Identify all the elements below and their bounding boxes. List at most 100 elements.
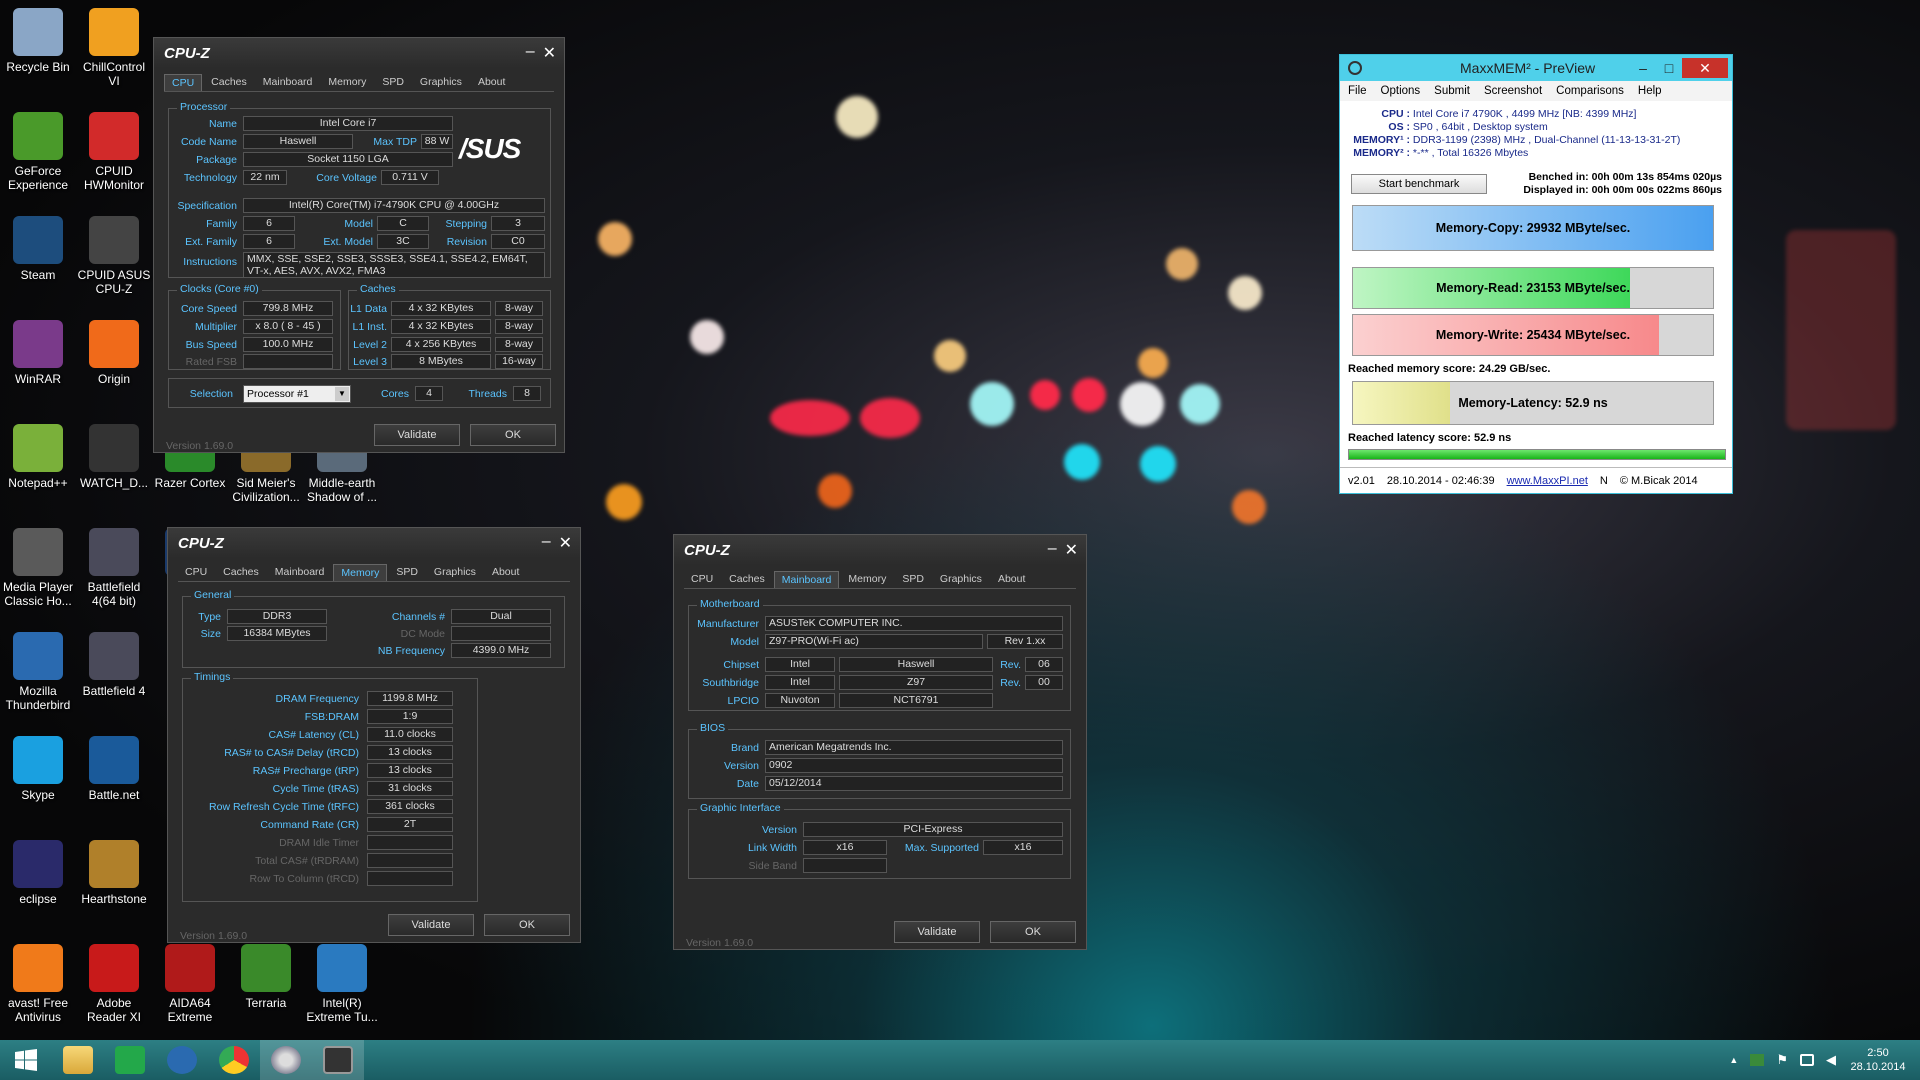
model-rev-value: Rev 1.xx [987, 634, 1063, 649]
watchdogs-icon [89, 424, 139, 472]
tab-cpu[interactable]: CPU [164, 74, 203, 91]
tab-graphics[interactable]: Graphics [933, 571, 989, 588]
selection-dropdown[interactable]: Processor #1 ▼ [243, 385, 351, 403]
ok-button[interactable]: OK [484, 914, 570, 936]
taskbar-thunderbird[interactable] [156, 1040, 208, 1080]
desktop-icon[interactable]: WinRAR [0, 316, 76, 416]
tab-memory[interactable]: Memory [841, 571, 893, 588]
memory-write-bar: Memory-Write: 25434 MByte/sec. [1352, 314, 1714, 356]
validate-button[interactable]: Validate [374, 424, 460, 446]
minimize-icon[interactable]: – [542, 533, 551, 553]
desktop-icon-label: ChillControl VI [82, 60, 146, 88]
desktop-icon[interactable]: Notepad++ [0, 420, 76, 520]
menu-options[interactable]: Options [1381, 85, 1421, 97]
desktop-icon[interactable]: ChillControl VI [76, 4, 152, 104]
desktop-icon[interactable]: Battlefield 4 [76, 628, 152, 728]
tab-about[interactable]: About [991, 571, 1032, 588]
close-icon[interactable]: ✕ [1682, 58, 1728, 78]
volume-icon[interactable]: ◀ [1826, 1052, 1836, 1068]
ok-button[interactable]: OK [990, 921, 1076, 943]
timing-value: 1:9 [367, 709, 453, 724]
menu-submit[interactable]: Submit [1434, 85, 1470, 97]
menu-comparisons[interactable]: Comparisons [1556, 85, 1624, 97]
tab-spd[interactable]: SPD [895, 571, 931, 588]
maxxmem-titlebar[interactable]: MaxxMEM² - PreView – □ ✕ [1340, 55, 1732, 81]
tab-caches[interactable]: Caches [204, 74, 254, 91]
menu-help[interactable]: Help [1638, 85, 1662, 97]
website-link[interactable]: www.MaxxPI.net [1507, 475, 1588, 487]
processor-group: Processor Name Intel Core i7 Code Name H… [168, 101, 551, 278]
tab-mainboard[interactable]: Mainboard [256, 74, 320, 91]
desktop-icon-label: GeForce Experience [7, 164, 69, 192]
network-icon[interactable] [1800, 1054, 1814, 1066]
desktop-icon[interactable]: Steam [0, 212, 76, 312]
tab-spd[interactable]: SPD [389, 564, 425, 581]
validate-button[interactable]: Validate [388, 914, 474, 936]
tab-caches[interactable]: Caches [722, 571, 772, 588]
close-icon[interactable]: ✕ [1065, 540, 1078, 560]
start-button[interactable] [0, 1040, 52, 1080]
sideband-label: Side Band [748, 860, 797, 872]
cpuz-mainboard-titlebar[interactable]: CPU-Z – ✕ [674, 535, 1086, 565]
close-icon[interactable]: ✕ [543, 43, 556, 63]
tray-app-icon[interactable] [1750, 1054, 1765, 1066]
tab-cpu[interactable]: CPU [178, 564, 214, 581]
cpuz-memory-titlebar[interactable]: CPU-Z – ✕ [168, 528, 580, 558]
taskbar-store[interactable] [104, 1040, 156, 1080]
minimize-icon[interactable]: – [1048, 540, 1057, 560]
tab-cpu[interactable]: CPU [684, 571, 720, 588]
flag-icon[interactable]: ⚑ [1776, 1052, 1788, 1068]
timing-label: Row Refresh Cycle Time (tRFC) [209, 801, 359, 813]
desktop-icon[interactable]: Terraria [228, 940, 304, 1040]
tab-caches[interactable]: Caches [216, 564, 266, 581]
menu-file[interactable]: File [1348, 85, 1367, 97]
start-benchmark-button[interactable]: Start benchmark [1351, 174, 1487, 194]
desktop-icon[interactable]: CPUID HWMonitor [76, 108, 152, 208]
maxsupported-value: x16 [983, 840, 1063, 855]
dcmode-value [451, 626, 551, 641]
tab-memory[interactable]: Memory [321, 74, 373, 91]
validate-button[interactable]: Validate [894, 921, 980, 943]
desktop-icon[interactable]: Recycle Bin [0, 4, 76, 104]
tab-mainboard[interactable]: Mainboard [773, 571, 840, 588]
tab-memory[interactable]: Memory [333, 564, 388, 581]
desktop-icon[interactable]: Mozilla Thunderbird [0, 628, 76, 728]
taskbar-chrome[interactable] [208, 1040, 260, 1080]
desktop-icon[interactable]: Media Player Classic Ho... [0, 524, 76, 624]
maximize-icon[interactable]: □ [1656, 60, 1682, 76]
minimize-icon[interactable]: – [526, 43, 535, 63]
taskbar-explorer[interactable] [52, 1040, 104, 1080]
minimize-icon[interactable]: – [1630, 60, 1656, 76]
desktop-icon-label: Mozilla Thunderbird [5, 684, 71, 712]
menu-screenshot[interactable]: Screenshot [1484, 85, 1542, 97]
lpcio-vendor: Nuvoton [765, 693, 835, 708]
tab-spd[interactable]: SPD [375, 74, 411, 91]
desktop-icon[interactable]: Origin [76, 316, 152, 416]
desktop-icon[interactable]: Intel(R) Extreme Tu... [304, 940, 380, 1040]
taskbar-cpuz[interactable] [312, 1040, 364, 1080]
ok-button[interactable]: OK [470, 424, 556, 446]
clocks-group: Clocks (Core #0) Core Speed 799.8 MHz Mu… [168, 283, 341, 370]
desktop-icon[interactable]: Hearthstone [76, 836, 152, 936]
tab-mainboard[interactable]: Mainboard [268, 564, 332, 581]
tab-graphics[interactable]: Graphics [413, 74, 469, 91]
desktop-icon[interactable]: Battlefield 4(64 bit) [76, 524, 152, 624]
tab-graphics[interactable]: Graphics [427, 564, 483, 581]
tab-about[interactable]: About [485, 564, 526, 581]
desktop-icon[interactable]: avast! Free Antivirus [0, 940, 76, 1040]
threads-label: Threads [468, 388, 507, 400]
taskbar-maxxmem[interactable] [260, 1040, 312, 1080]
desktop-icon[interactable]: Skype [0, 732, 76, 832]
desktop-icon[interactable]: AIDA64 Extreme [152, 940, 228, 1040]
tab-about[interactable]: About [471, 74, 512, 91]
close-icon[interactable]: ✕ [559, 533, 572, 553]
clock[interactable]: 2:50 28.10.2014 [1848, 1046, 1908, 1074]
desktop-icon[interactable]: Battle.net [76, 732, 152, 832]
desktop-icon[interactable]: Adobe Reader XI [76, 940, 152, 1040]
desktop-icon[interactable]: GeForce Experience [0, 108, 76, 208]
cpuz-cpu-titlebar[interactable]: CPU-Z – ✕ [154, 38, 564, 68]
desktop-icon[interactable]: WATCH_D... [76, 420, 152, 520]
chevron-up-icon[interactable]: ▲ [1729, 1055, 1738, 1065]
desktop-icon[interactable]: eclipse [0, 836, 76, 936]
desktop-icon[interactable]: CPUID ASUS CPU-Z [76, 212, 152, 312]
